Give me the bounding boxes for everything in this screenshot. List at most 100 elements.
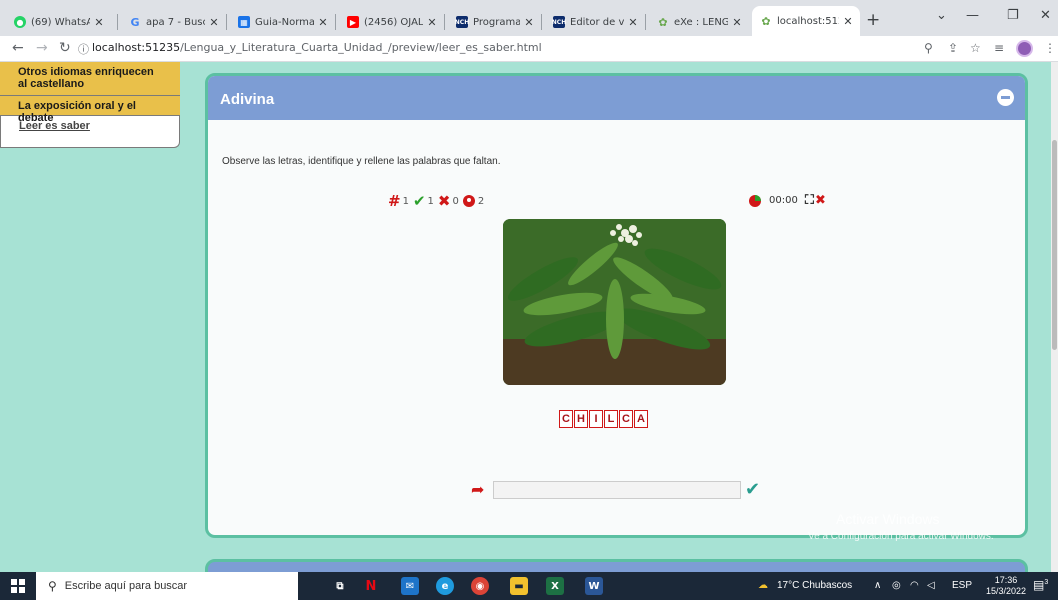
tab-label: Programas de bbox=[473, 16, 520, 28]
close-icon[interactable]: ✕ bbox=[523, 16, 535, 29]
answer-row: ➦ ✔ bbox=[471, 479, 760, 500]
taskbar-clock[interactable]: 17:36 15/3/2022 bbox=[986, 575, 1026, 597]
tab-editor-video[interactable]: NCH Editor de vide ✕ bbox=[545, 8, 645, 36]
windows-activation-watermark: Activar Windows Ve a Configuración para … bbox=[808, 511, 994, 542]
back-icon[interactable]: ← bbox=[12, 40, 24, 56]
letter-tile: H bbox=[574, 410, 588, 428]
tab-label: Editor de vide bbox=[570, 16, 624, 28]
weather-icon[interactable]: ☁ bbox=[758, 580, 768, 591]
tab-label: localhost:512 bbox=[777, 15, 839, 27]
excel-icon[interactable]: X bbox=[546, 577, 564, 595]
scrollbar[interactable] bbox=[1051, 62, 1058, 572]
lives-icon bbox=[462, 195, 475, 207]
close-icon[interactable]: ✕ bbox=[93, 16, 105, 29]
tab-localhost-active[interactable]: ✿ localhost:512 ✕ bbox=[752, 6, 860, 36]
timer-value: 00:00 bbox=[769, 195, 798, 206]
tab-guia-normas[interactable]: ▦ Guia-Normas ✕ bbox=[230, 8, 335, 36]
page-content: Otros idiomas enriquecen al castellano L… bbox=[0, 62, 1058, 572]
info-icon[interactable]: ⓘ bbox=[78, 41, 89, 57]
language-indicator[interactable]: ESP bbox=[952, 580, 972, 591]
close-icon[interactable]: ✕ bbox=[627, 16, 639, 29]
search-icon: ⚲ bbox=[48, 579, 57, 593]
youtube-icon: ▶ bbox=[347, 16, 359, 28]
activity-card: Adivina Observe las letras, identifique … bbox=[205, 73, 1028, 538]
clock-icon bbox=[749, 194, 761, 207]
score-bar: #1 ✔ 1 ✖ 0 2 bbox=[388, 192, 488, 210]
exe-icon: ✿ bbox=[658, 15, 668, 29]
error-count: 0 bbox=[452, 195, 459, 207]
meet-icon[interactable]: ◎ bbox=[892, 580, 901, 591]
word-icon[interactable]: W bbox=[585, 577, 603, 595]
netflix-icon[interactable]: N bbox=[362, 577, 380, 595]
next-activity-card bbox=[205, 559, 1028, 572]
hash-icon: # bbox=[388, 192, 401, 210]
instructions: Observe las letras, identifique y rellen… bbox=[222, 156, 501, 167]
collapse-icon[interactable] bbox=[997, 89, 1014, 106]
browser-toolbar: ← → ↻ ⓘ localhost:51235/Lengua_y_Literat… bbox=[0, 36, 1058, 62]
nch-icon: NCH bbox=[552, 16, 566, 28]
zoom-icon[interactable]: ⚲ bbox=[924, 41, 933, 55]
correct-count: 1 bbox=[427, 195, 434, 207]
new-tab-icon[interactable]: + bbox=[866, 10, 880, 30]
mail-icon[interactable]: ✉ bbox=[401, 577, 419, 595]
close-icon[interactable]: ✕ bbox=[842, 15, 854, 28]
weather-text[interactable]: 17°C Chubascos bbox=[777, 580, 852, 591]
exe-icon: ✿ bbox=[761, 14, 771, 28]
window-close-icon[interactable]: ✕ bbox=[1040, 8, 1051, 23]
tray-chevron-icon[interactable]: ∧ bbox=[874, 580, 881, 591]
tab-youtube[interactable]: ▶ (2456) OJALÁ ✕ bbox=[339, 8, 444, 36]
forward-icon[interactable]: → bbox=[36, 40, 48, 56]
star-icon[interactable]: ☆ bbox=[970, 41, 981, 55]
close-icon[interactable]: ✕ bbox=[426, 16, 438, 29]
url-host: localhost:51235 bbox=[92, 41, 181, 54]
address-bar[interactable]: localhost:51235/Lengua_y_Literatura_Cuar… bbox=[92, 41, 542, 54]
restore-icon[interactable]: ❐ bbox=[1007, 8, 1019, 23]
lives-count: 2 bbox=[477, 195, 485, 207]
profile-avatar[interactable] bbox=[1016, 40, 1033, 57]
taskbar-search[interactable]: ⚲ Escribe aquí para buscar bbox=[36, 572, 298, 600]
skip-arrow-icon[interactable]: ➦ bbox=[471, 480, 493, 499]
close-icon[interactable]: ✕ bbox=[208, 16, 220, 29]
reading-list-icon[interactable]: ≡ bbox=[994, 41, 1004, 55]
sidebar-item-exposicion-oral[interactable]: La exposición oral y el debate bbox=[0, 96, 180, 124]
search-placeholder: Escribe aquí para buscar bbox=[64, 580, 188, 592]
menu-icon[interactable]: ⋮ bbox=[1044, 41, 1056, 55]
edge-icon[interactable]: e bbox=[436, 577, 454, 595]
volume-icon[interactable]: ◁ bbox=[927, 580, 935, 591]
chevron-down-icon[interactable]: ⌄ bbox=[936, 8, 947, 23]
tab-whatsapp[interactable]: ● (69) WhatsAp ✕ bbox=[6, 8, 111, 36]
tab-google[interactable]: G apa 7 - Busca ✕ bbox=[121, 8, 226, 36]
time: 17:36 bbox=[994, 575, 1018, 585]
notification-icon[interactable]: ▤3 bbox=[1033, 578, 1048, 592]
answer-input[interactable] bbox=[493, 480, 741, 499]
fullscreen-icon[interactable]: ⛶ bbox=[805, 193, 814, 208]
sidebar-item-otros-idiomas[interactable]: Otros idiomas enriquecen al castellano bbox=[0, 62, 180, 96]
url-path: /Lengua_y_Literatura_Cuarta_Unidad_/prev… bbox=[180, 41, 542, 54]
windows-start-icon[interactable] bbox=[11, 579, 25, 593]
close-icon[interactable]: ✕ bbox=[317, 16, 329, 29]
sidebar-nav: Otros idiomas enriquecen al castellano L… bbox=[0, 62, 180, 148]
chrome-icon[interactable]: ◉ bbox=[471, 577, 489, 595]
close-icon[interactable]: ✕ bbox=[731, 16, 743, 29]
letter-tiles: C H I L C A bbox=[559, 410, 649, 428]
tab-label: (2456) OJALÁ bbox=[364, 16, 423, 28]
share-icon[interactable]: ⇪ bbox=[948, 41, 958, 55]
activity-title: Adivina bbox=[220, 91, 275, 108]
tab-exe-lengua[interactable]: ✿ eXe : LENGUA ✕ bbox=[649, 8, 749, 36]
minimize-icon[interactable]: — bbox=[966, 8, 979, 23]
tab-label: eXe : LENGUA bbox=[674, 16, 728, 28]
expand-icon[interactable]: ✖ bbox=[815, 193, 826, 208]
file-explorer-icon[interactable]: ▬ bbox=[510, 577, 528, 595]
wifi-icon[interactable]: ◠ bbox=[910, 580, 919, 591]
task-view-icon[interactable]: ⧉ bbox=[331, 577, 349, 595]
reload-icon[interactable]: ↻ bbox=[59, 40, 71, 56]
whatsapp-icon: ● bbox=[14, 16, 26, 28]
letter-tile: A bbox=[634, 410, 648, 428]
check-answer-icon[interactable]: ✔ bbox=[745, 479, 760, 500]
tab-programas[interactable]: NCH Programas de ✕ bbox=[448, 8, 541, 36]
taskbar: ⚲ Escribe aquí para buscar ⧉ N ✉ e ◉ ▬ X… bbox=[0, 572, 1058, 600]
letter-tile: C bbox=[559, 410, 573, 428]
sidebar-item-leer-es-saber[interactable]: Leer es saber bbox=[0, 116, 180, 148]
plant-image bbox=[503, 219, 726, 385]
google-icon: G bbox=[130, 15, 140, 29]
